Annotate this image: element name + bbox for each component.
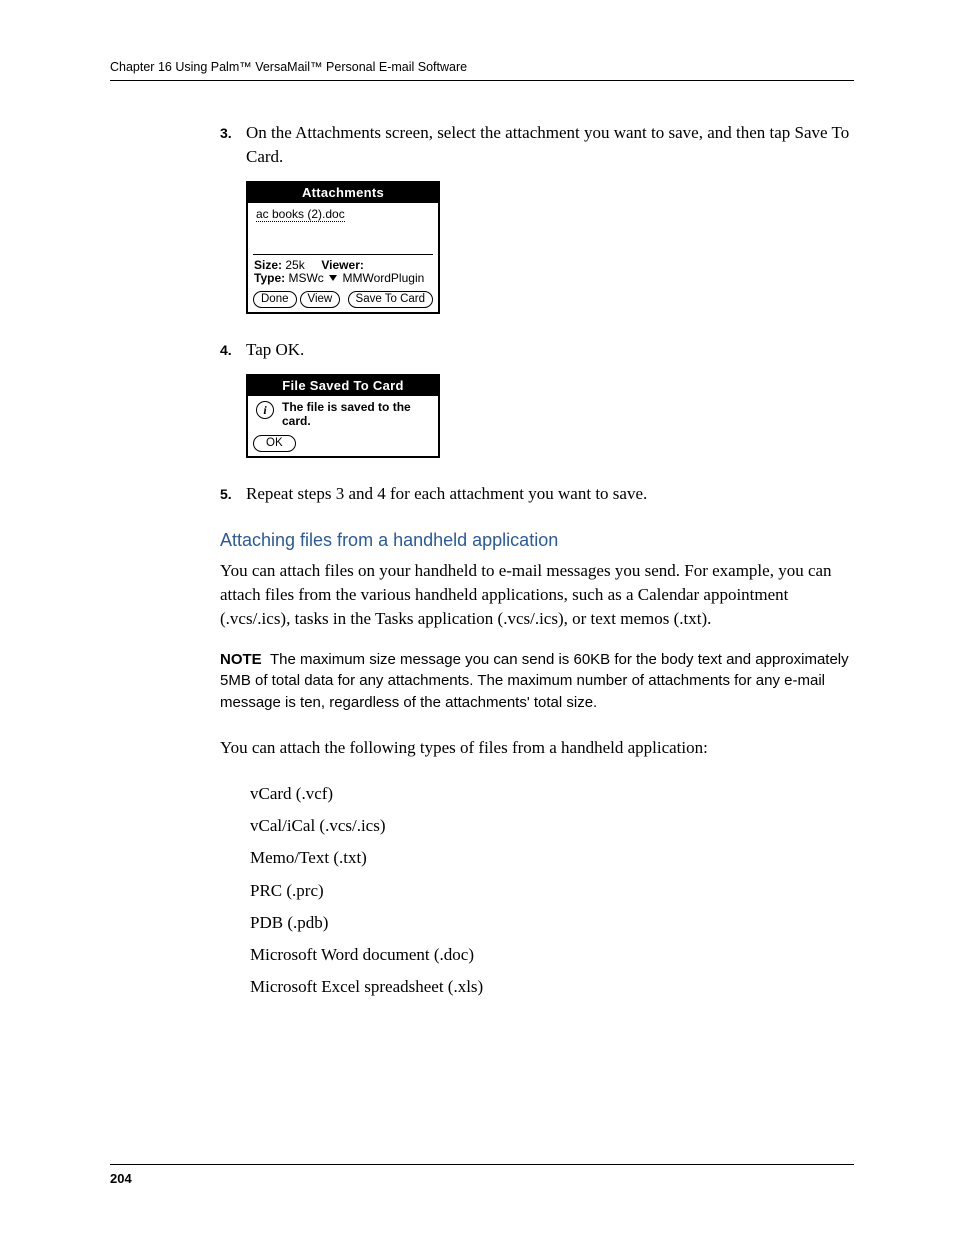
- viewer-label: Viewer:: [321, 258, 363, 272]
- footer-rule: [110, 1164, 854, 1165]
- list-item: Microsoft Excel spreadsheet (.xls): [250, 971, 854, 1003]
- step-3: 3. On the Attachments screen, select the…: [220, 121, 854, 169]
- list-item: vCal/iCal (.vcs/.ics): [250, 810, 854, 842]
- attachments-title: Attachments: [248, 183, 438, 203]
- ok-button[interactable]: OK: [253, 435, 296, 453]
- following-paragraph: You can attach the following types of fi…: [220, 736, 854, 760]
- note-label: NOTE: [220, 651, 262, 668]
- done-button[interactable]: Done: [253, 291, 297, 309]
- list-item: PRC (.prc): [250, 875, 854, 907]
- attachment-listbox[interactable]: ac books (2).doc: [253, 206, 433, 255]
- running-header: Chapter 16 Using Palm™ VersaMail™ Person…: [110, 60, 854, 74]
- attachment-filename[interactable]: ac books (2).doc: [256, 208, 345, 222]
- type-value: MSWc: [288, 271, 323, 285]
- type-label: Type:: [254, 271, 285, 285]
- file-type-list: vCard (.vcf) vCal/iCal (.vcs/.ics) Memo/…: [250, 778, 854, 1004]
- list-item: Microsoft Word document (.doc): [250, 939, 854, 971]
- list-item: vCard (.vcf): [250, 778, 854, 810]
- attachments-screen: Attachments ac books (2).doc Size: 25k V…: [246, 181, 440, 315]
- page-number: 204: [110, 1171, 854, 1186]
- attachment-meta: Size: 25k Viewer: Type: MSWc MMWordPlugi…: [248, 259, 438, 289]
- step-number: 5.: [220, 482, 246, 506]
- plugin-value: MMWordPlugin: [342, 271, 424, 285]
- header-rule: [110, 80, 854, 81]
- view-button[interactable]: View: [300, 291, 341, 309]
- note-body: The maximum size message you can send is…: [220, 651, 849, 712]
- info-icon: i: [256, 401, 274, 419]
- note-paragraph: NOTE The maximum size message you can se…: [220, 649, 854, 714]
- dialog-message: The file is saved to the card.: [282, 400, 428, 429]
- intro-paragraph: You can attach files on your handheld to…: [220, 559, 854, 630]
- list-item: PDB (.pdb): [250, 907, 854, 939]
- section-heading: Attaching files from a handheld applicat…: [220, 530, 854, 551]
- size-value: 25k: [285, 258, 304, 272]
- step-number: 4.: [220, 338, 246, 362]
- dropdown-icon[interactable]: [329, 275, 337, 281]
- list-item: Memo/Text (.txt): [250, 842, 854, 874]
- page-footer: 204: [110, 1164, 854, 1186]
- step-4: 4. Tap OK.: [220, 338, 854, 362]
- size-label: Size:: [254, 258, 282, 272]
- dialog-title: File Saved To Card: [248, 376, 438, 396]
- step-5: 5. Repeat steps 3 and 4 for each attachm…: [220, 482, 854, 506]
- step-text: Repeat steps 3 and 4 for each attachment…: [246, 482, 854, 506]
- step-text: Tap OK.: [246, 338, 854, 362]
- file-saved-dialog: File Saved To Card i The file is saved t…: [246, 374, 440, 458]
- step-text: On the Attachments screen, select the at…: [246, 121, 854, 169]
- save-to-card-button[interactable]: Save To Card: [348, 291, 433, 309]
- step-number: 3.: [220, 121, 246, 169]
